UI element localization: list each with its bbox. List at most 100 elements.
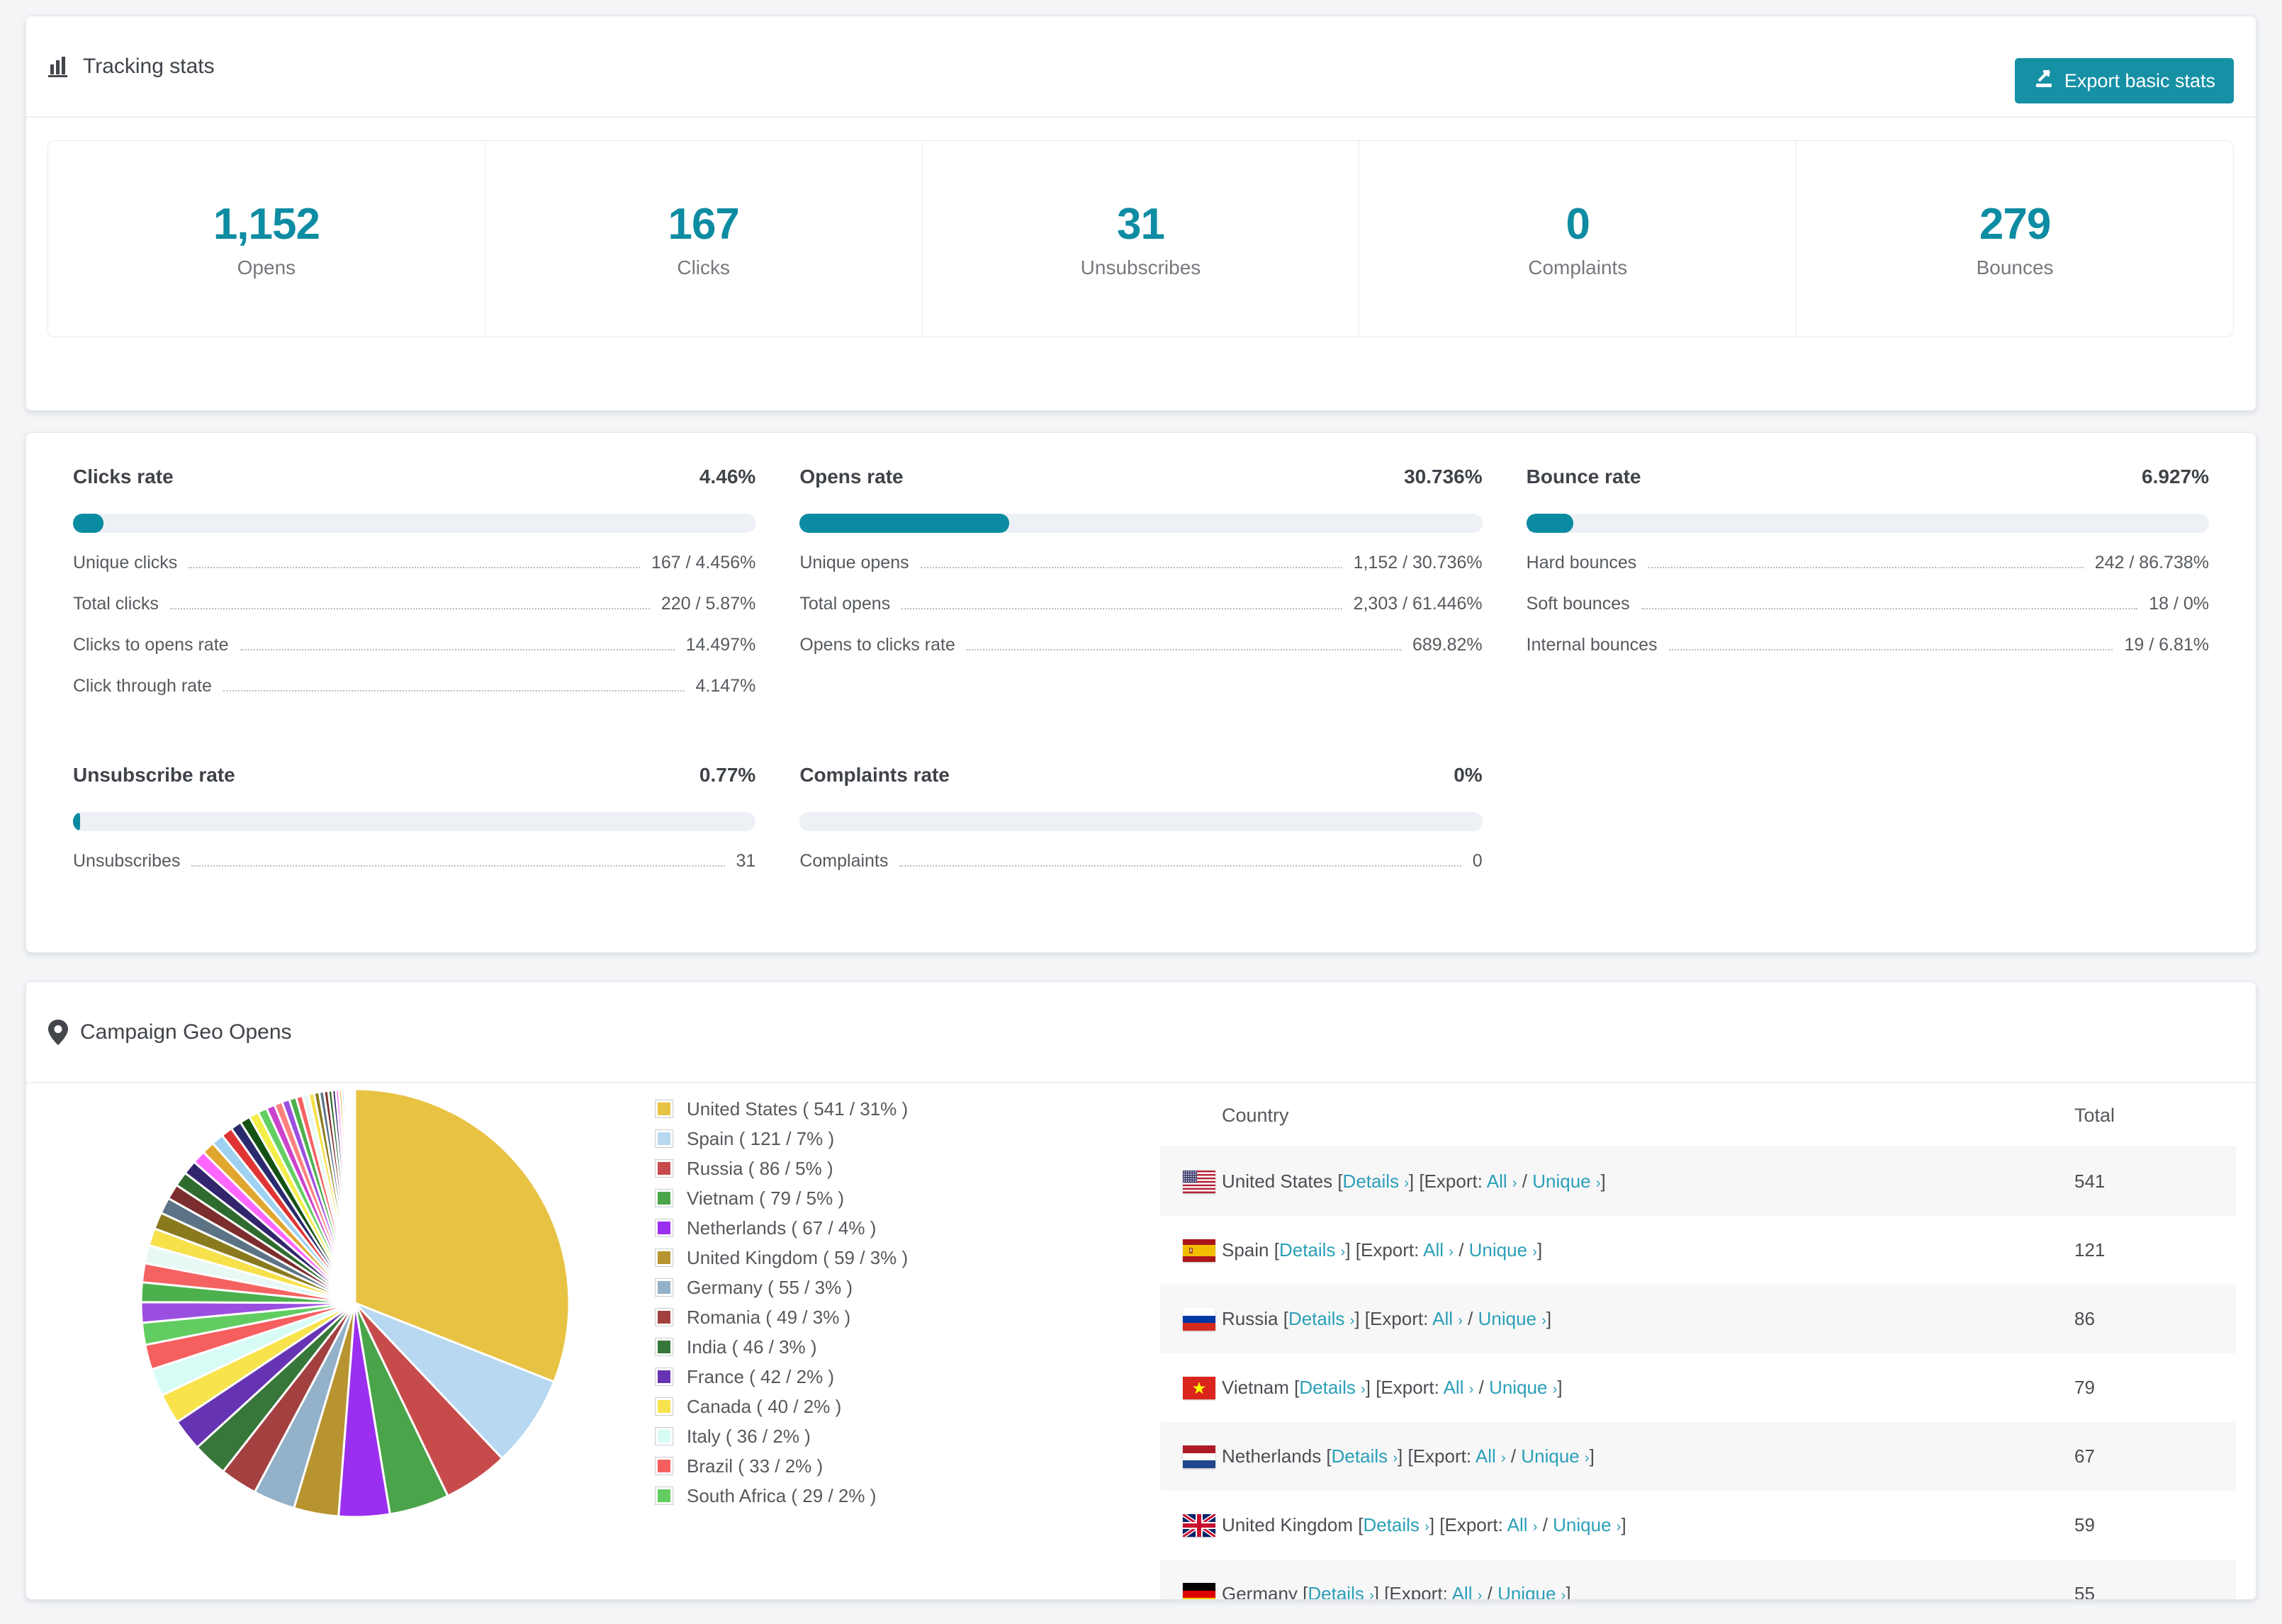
rate-headline-value: 0% — [1454, 764, 1483, 786]
tracking-stats-title-text: Tracking stats — [83, 54, 215, 78]
rate-stat-row: Unsubscribes 31 — [73, 851, 755, 892]
export-all-link[interactable]: All › — [1476, 1445, 1506, 1467]
stat-box-unsubscribes: 31 Unsubscribes — [921, 141, 1359, 337]
legend-label: Vietnam ( 79 / 5% ) — [687, 1187, 845, 1209]
rate-stat-row: Clicks to opens rate 14.497% — [73, 635, 755, 676]
legend-label: Romania ( 49 / 3% ) — [687, 1306, 851, 1328]
gb-flag-icon — [1183, 1513, 1215, 1537]
dotted-leader — [191, 865, 725, 867]
stat-box-opens: 1,152 Opens — [48, 141, 485, 337]
country-total: 541 — [2074, 1171, 2106, 1192]
us-flag-icon — [1183, 1170, 1215, 1193]
export-unique-link[interactable]: Unique › — [1497, 1583, 1566, 1599]
rate-stat-value: 14.497% — [685, 635, 756, 655]
rate-progress-track — [1526, 514, 2209, 533]
export-basic-stats-button[interactable]: Export basic stats — [2014, 58, 2234, 103]
export-unique-link[interactable]: Unique › — [1532, 1171, 1600, 1192]
details-link[interactable]: Details › — [1288, 1308, 1354, 1329]
details-link[interactable]: Details › — [1363, 1514, 1429, 1535]
rate-stat-label: Total clicks — [73, 594, 159, 614]
export-all-link[interactable]: All › — [1487, 1171, 1517, 1192]
rate-headline-value: 0.77% — [699, 764, 756, 786]
export-all-link[interactable]: All › — [1423, 1239, 1454, 1261]
geo-table-row-united-states: United States [Details ›] [Export: All ›… — [1160, 1147, 2236, 1216]
country-total: 86 — [2074, 1308, 2095, 1329]
export-all-link[interactable]: All › — [1452, 1583, 1483, 1599]
geo-table-row-spain: Spain [Details ›] [Export: All › / Uniqu… — [1160, 1216, 2236, 1285]
legend-swatch — [655, 1457, 673, 1475]
rate-title: Clicks rate — [73, 466, 174, 487]
details-link[interactable]: Details › — [1279, 1239, 1345, 1261]
rate-stat-value: 167 / 4.456% — [651, 553, 756, 573]
export-label: Export: — [1444, 1514, 1503, 1535]
legend-label: Canada ( 40 / 2% ) — [687, 1395, 842, 1417]
rate-stat-row: Complaints 0 — [799, 851, 1482, 892]
legend-item-brazil: Brazil ( 33 / 2% ) — [655, 1451, 908, 1481]
export-icon — [2033, 68, 2055, 94]
rate-stat-row: Soft bounces 18 / 0% — [1527, 594, 2209, 635]
details-link[interactable]: Details › — [1332, 1445, 1398, 1467]
geo-table-header-country: Country — [1222, 1105, 1289, 1126]
rate-title: Complaints rate — [799, 764, 950, 786]
stat-value: 279 — [1979, 199, 2051, 249]
export-button-label: Export basic stats — [2064, 69, 2215, 91]
legend-label: Netherlands ( 67 / 4% ) — [687, 1217, 877, 1239]
legend-label: United Kingdom ( 59 / 3% ) — [687, 1246, 909, 1268]
legend-swatch — [655, 1397, 673, 1416]
export-unique-link[interactable]: Unique › — [1469, 1239, 1537, 1261]
rate-stat-value: 1,152 / 30.736% — [1353, 553, 1483, 573]
rate-progress-track — [799, 812, 1483, 831]
export-unique-link[interactable]: Unique › — [1553, 1514, 1621, 1535]
country-name: Russia — [1222, 1308, 1278, 1329]
legend-swatch — [655, 1159, 673, 1178]
dotted-leader — [899, 865, 1461, 867]
dotted-leader — [966, 649, 1401, 650]
geo-table-row-russia: Russia [Details ›] [Export: All › / Uniq… — [1160, 1285, 2236, 1353]
rate-stat-row: Unique opens 1,152 / 30.736% — [799, 553, 1482, 594]
legend-swatch — [655, 1368, 673, 1386]
stat-label: Unsubscribes — [1080, 256, 1201, 278]
country-total: 79 — [2074, 1377, 2095, 1398]
export-all-link[interactable]: All › — [1444, 1377, 1474, 1398]
bar-chart-icon — [47, 55, 72, 79]
legend-item-south-africa: South Africa ( 29 / 2% ) — [655, 1481, 908, 1511]
legend-item-italy: Italy ( 36 / 2% ) — [655, 1421, 908, 1451]
dotted-leader — [1668, 649, 2113, 650]
details-link[interactable]: Details › — [1299, 1377, 1365, 1398]
legend-swatch — [655, 1248, 673, 1267]
rate-stat-value: 2,303 / 61.446% — [1353, 594, 1483, 614]
rate-headline-value: 30.736% — [1404, 466, 1483, 487]
legend-swatch — [655, 1129, 673, 1148]
legend-label: Brazil ( 33 / 2% ) — [687, 1455, 824, 1477]
stat-label: Opens — [237, 256, 296, 278]
stat-value: 167 — [668, 199, 739, 249]
export-all-link[interactable]: All › — [1507, 1514, 1538, 1535]
export-unique-link[interactable]: Unique › — [1489, 1377, 1557, 1398]
geo-table-row-vietnam: Vietnam [Details ›] [Export: All › / Uni… — [1160, 1353, 2236, 1422]
export-unique-link[interactable]: Unique › — [1521, 1445, 1589, 1467]
rate-stat-row: Click through rate 4.147% — [73, 676, 755, 717]
legend-label: France ( 42 / 2% ) — [687, 1365, 835, 1387]
campaign-geo-opens-card: Campaign Geo Opens United States ( 541 /… — [26, 981, 2256, 1600]
details-link[interactable]: Details › — [1308, 1583, 1373, 1599]
legend-label: South Africa ( 29 / 2% ) — [687, 1484, 877, 1506]
export-label: Export: — [1361, 1239, 1420, 1261]
dotted-leader — [240, 649, 675, 650]
legend-item-spain: Spain ( 121 / 7% ) — [655, 1124, 908, 1154]
country-name: Vietnam — [1222, 1377, 1289, 1398]
geo-header: Campaign Geo Opens — [26, 982, 2256, 1083]
rate-stat-label: Internal bounces — [1526, 635, 1658, 655]
export-all-link[interactable]: All › — [1432, 1308, 1463, 1329]
rate-stat-value: 242 / 86.738% — [2094, 553, 2209, 573]
rates-grid: Clicks rate 4.46% Unique clicks 167 / 4.456… — [26, 433, 2256, 892]
export-unique-link[interactable]: Unique › — [1478, 1308, 1546, 1329]
stat-box-bounces: 279 Bounces — [1796, 141, 2233, 337]
de-flag-icon — [1183, 1582, 1215, 1599]
rate-stat-label: Total opens — [799, 594, 891, 614]
rate-title: Opens rate — [799, 466, 904, 487]
details-link[interactable]: Details › — [1343, 1171, 1409, 1192]
country-name: United States — [1222, 1171, 1333, 1192]
geo-table-body: United States [Details ›] [Export: All ›… — [1160, 1147, 2236, 1599]
tracking-stats-header: Tracking stats Export basic stats — [26, 16, 2256, 118]
legend-label: Spain ( 121 / 7% ) — [687, 1127, 835, 1149]
